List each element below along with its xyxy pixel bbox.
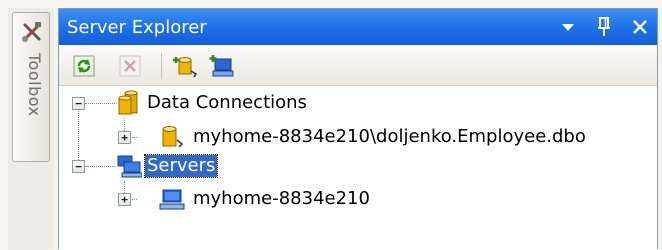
- pin-icon[interactable]: [593, 15, 615, 39]
- collapse-toggle[interactable]: −: [72, 160, 85, 173]
- window-controls: [557, 13, 651, 41]
- toolbar: [59, 45, 657, 86]
- expand-toggle[interactable]: +: [118, 131, 131, 144]
- tree-line: [85, 103, 115, 104]
- server-explorer-tree: − Data Connections + myhome-8834e210\dol…: [59, 86, 657, 250]
- expand-toggle[interactable]: +: [118, 193, 131, 206]
- tree-line: [78, 108, 79, 166]
- toolbox-label: Toolbox: [25, 53, 44, 117]
- refresh-icon: [73, 55, 95, 77]
- connect-to-database-button[interactable]: [173, 53, 199, 79]
- tree-node-label: myhome-8834e210: [193, 188, 370, 209]
- servers-icon: [117, 155, 142, 178]
- database-connection-icon: [162, 126, 184, 148]
- tree-node-label: Data Connections: [147, 92, 307, 113]
- connect-to-database-icon: [173, 57, 198, 78]
- server-computer-icon: [159, 189, 185, 210]
- toolbar-separator: [161, 53, 162, 79]
- collapse-toggle[interactable]: −: [72, 97, 85, 110]
- toolbox-strip: Toolbox: [8, 8, 54, 249]
- connect-to-server-button[interactable]: [209, 53, 235, 79]
- title-bar: Server Explorer: [59, 9, 657, 45]
- refresh-button[interactable]: [71, 53, 97, 79]
- window-title: Server Explorer: [67, 16, 207, 38]
- close-icon[interactable]: [629, 15, 651, 39]
- tree-node-label: Servers: [143, 154, 219, 178]
- connect-to-server-icon: [209, 55, 234, 77]
- dropdown-arrow-icon[interactable]: [557, 15, 579, 39]
- server-explorer-panel: Server Explorer − Data Connections + myh…: [58, 8, 658, 250]
- tree-line: [85, 166, 115, 167]
- stop-refresh-button[interactable]: [117, 53, 143, 79]
- database-folder-icon: [118, 90, 138, 115]
- toolbox-icon: [22, 22, 42, 42]
- stop-icon: [119, 55, 141, 77]
- toolbox-tab[interactable]: Toolbox: [12, 12, 50, 162]
- tree-node-label: myhome-8834e210\doljenko.Employee.dbo: [193, 126, 586, 147]
